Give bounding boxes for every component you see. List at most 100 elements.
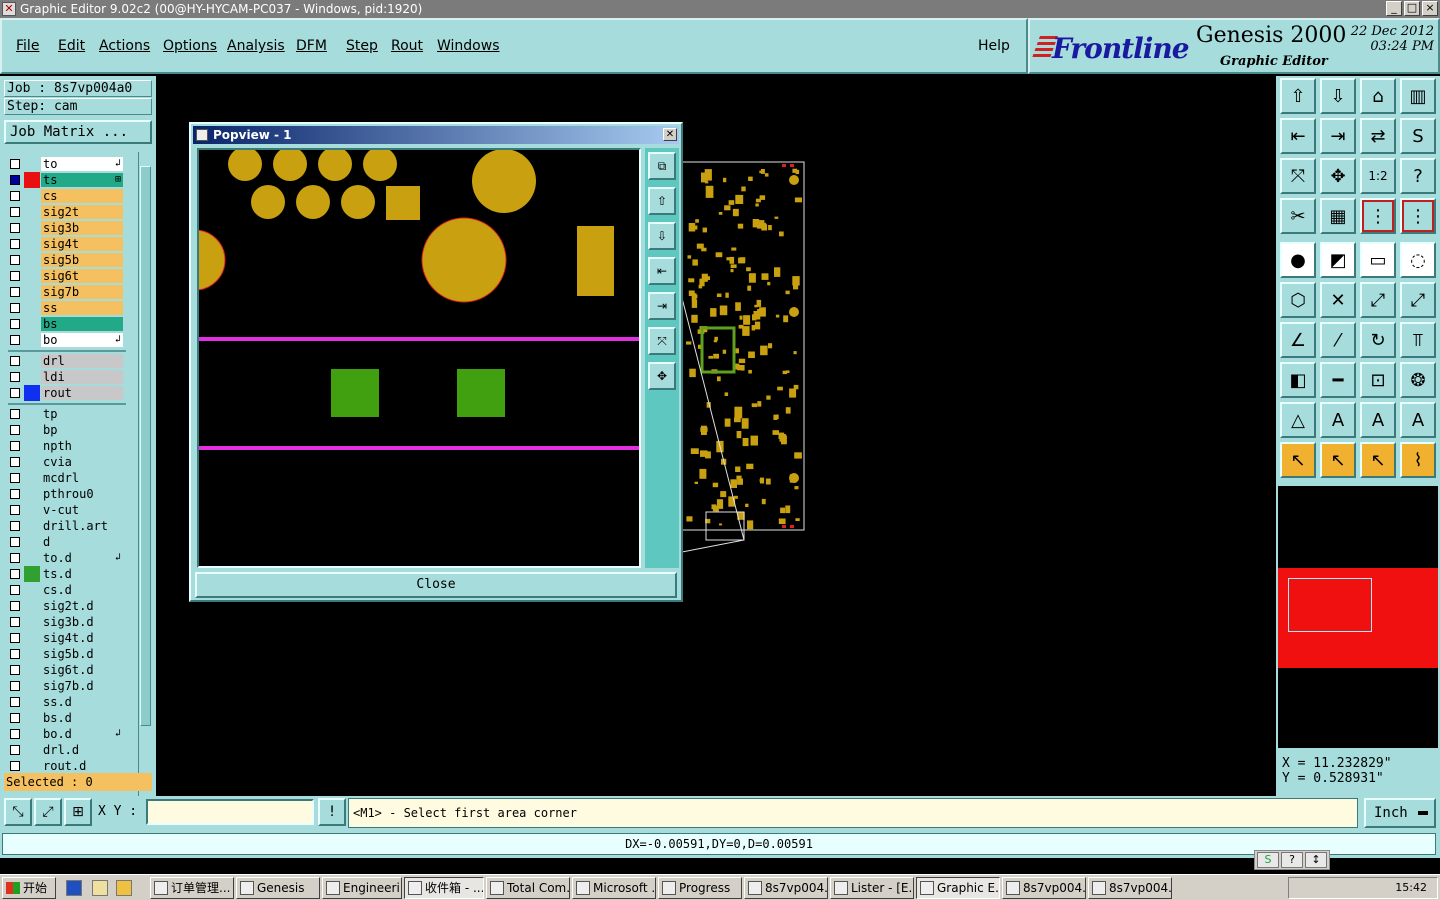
layer-row-sig6t-d[interactable]: sig6t.d (4, 662, 124, 678)
layer-checkbox[interactable] (10, 473, 20, 483)
popview-close-icon[interactable]: ✕ (663, 128, 677, 141)
pan-right-button[interactable]: ⇥ (648, 292, 676, 320)
s-app-icon[interactable]: S (1257, 852, 1279, 868)
overview-viewport[interactable] (1288, 578, 1372, 632)
layer-row-sig5b[interactable]: sig5b (4, 252, 124, 268)
layer-color-swatch[interactable] (24, 742, 40, 758)
snap-corner-button[interactable]: ⤡ (4, 798, 32, 826)
move-left-button[interactable]: ⇤ (1280, 118, 1316, 154)
layer-name[interactable]: sig7b.d (41, 679, 123, 693)
layer-color-swatch[interactable] (24, 550, 40, 566)
a-strike-button[interactable]: A (1400, 402, 1436, 438)
zoom-in-button[interactable]: ✥ (648, 362, 676, 390)
layer-checkbox[interactable] (10, 159, 20, 169)
pan-left-button[interactable]: ⇤ (648, 257, 676, 285)
zoom-center-button[interactable]: ✥ (1320, 158, 1356, 194)
layer-row-d[interactable]: d (4, 534, 124, 550)
layer-checkbox[interactable] (10, 239, 20, 249)
layer-row-bp[interactable]: bp (4, 422, 124, 438)
menu-edit[interactable]: Edit (58, 38, 85, 54)
layer-scrollbar[interactable] (138, 152, 152, 844)
taskbar-item[interactable]: 8s7vp004... (1002, 877, 1086, 899)
popview-canvas[interactable] (197, 148, 641, 568)
grid-button[interactable]: ▦ (1320, 198, 1356, 234)
layer-name[interactable]: sig3b (41, 221, 123, 235)
layer-row-ss[interactable]: ss (4, 300, 124, 316)
layer-checkbox[interactable] (10, 319, 20, 329)
arrow-box-button[interactable]: ↖ (1320, 442, 1356, 478)
scale-1-2-button[interactable]: 1:2 (1360, 158, 1396, 194)
home-up-button[interactable]: ⇧ (1280, 78, 1316, 114)
layer-color-swatch[interactable] (24, 486, 40, 502)
layer-name[interactable]: sig3b.d (41, 615, 123, 629)
grid-snap-button[interactable]: ⊞ (64, 798, 92, 826)
layer-row-drill-art[interactable]: drill.art (4, 518, 124, 534)
layer-color-swatch[interactable] (24, 518, 40, 534)
pad-select-button[interactable]: ● (1280, 242, 1316, 278)
layer-row-sig5b-d[interactable]: sig5b.d (4, 646, 124, 662)
layer-checkbox[interactable] (10, 303, 20, 313)
layer-color-swatch[interactable] (24, 385, 40, 401)
layer-name[interactable]: npth (41, 439, 123, 453)
layer-row-rout-d[interactable]: rout.d (4, 758, 124, 774)
layer-checkbox[interactable] (10, 505, 20, 515)
ie-icon[interactable] (66, 880, 82, 896)
layer-color-swatch[interactable] (24, 662, 40, 678)
layer-name[interactable]: v-cut (41, 503, 123, 517)
layer-checkbox[interactable] (10, 287, 20, 297)
layer-checkbox[interactable] (10, 255, 20, 265)
clock-app-icon[interactable] (116, 880, 132, 896)
diag-nodes2-button[interactable]: ⤢ (1400, 282, 1436, 318)
layer-row-v-cut[interactable]: v-cut (4, 502, 124, 518)
pan-down-button[interactable]: ⇩ (648, 222, 676, 250)
layer-checkbox[interactable] (10, 335, 20, 345)
taskbar-item[interactable]: Progress (658, 877, 742, 899)
layer-name[interactable]: rout.d (41, 759, 123, 773)
layer-color-swatch[interactable] (24, 353, 40, 369)
split-view-button[interactable]: ▥ (1400, 78, 1436, 114)
layer-checkbox[interactable] (10, 697, 20, 707)
pliers-button[interactable]: ✂ (1280, 198, 1316, 234)
layer-color-swatch[interactable] (24, 268, 40, 284)
layer-name[interactable]: cvia (41, 455, 123, 469)
taskbar-item[interactable]: Engineeri... (322, 877, 402, 899)
layer-row-bs[interactable]: bs (4, 316, 124, 332)
copy-view-button[interactable]: ⧉ (648, 152, 676, 180)
layer-name[interactable]: drl.d (41, 743, 123, 757)
layer-color-swatch[interactable] (24, 252, 40, 268)
taskbar-item[interactable]: Lister - [E... (830, 877, 914, 899)
menu-file[interactable]: File (16, 38, 39, 54)
layer-name[interactable]: to.d ↲ (41, 551, 123, 565)
layer-checkbox[interactable] (10, 489, 20, 499)
layer-color-swatch[interactable] (24, 300, 40, 316)
layer-name[interactable]: ss.d (41, 695, 123, 709)
layer-row-sig7b-d[interactable]: sig7b.d (4, 678, 124, 694)
layer-checkbox[interactable] (10, 617, 20, 627)
layer-name[interactable]: ts ⊞ (41, 173, 123, 187)
nodes-button[interactable]: ⬡ (1280, 282, 1316, 318)
layer-name[interactable]: drill.art (41, 519, 123, 533)
snap-line-button[interactable]: ⤢ (34, 798, 62, 826)
layer-name[interactable]: bs (41, 317, 123, 331)
layer-row-cvia[interactable]: cvia (4, 454, 124, 470)
taskbar-item[interactable]: Graphic E... (916, 877, 1000, 899)
layer-checkbox[interactable] (10, 372, 20, 382)
red-line-button[interactable]: ━ (1320, 362, 1356, 398)
layer-color-swatch[interactable] (24, 156, 40, 172)
layer-name[interactable]: sig6t.d (41, 663, 123, 677)
layer-checkbox[interactable] (10, 175, 20, 185)
layer-checkbox[interactable] (10, 553, 20, 563)
layer-color-swatch[interactable] (24, 422, 40, 438)
arrow-hex-button[interactable]: ↖ (1360, 442, 1396, 478)
layer-checkbox[interactable] (10, 713, 20, 723)
layer-name[interactable]: d (41, 535, 123, 549)
s-shape-button[interactable]: S (1400, 118, 1436, 154)
layer-checkbox[interactable] (10, 457, 20, 467)
layer-checkbox[interactable] (10, 729, 20, 739)
layer-color-swatch[interactable] (24, 678, 40, 694)
taskbar-item[interactable]: 8s7vp004... (744, 877, 828, 899)
menu-actions[interactable]: Actions (99, 38, 150, 54)
layer-row-to[interactable]: to ↲ (4, 156, 124, 172)
popview-titlebar[interactable]: Popview - 1 (193, 126, 679, 144)
layer-checkbox[interactable] (10, 681, 20, 691)
